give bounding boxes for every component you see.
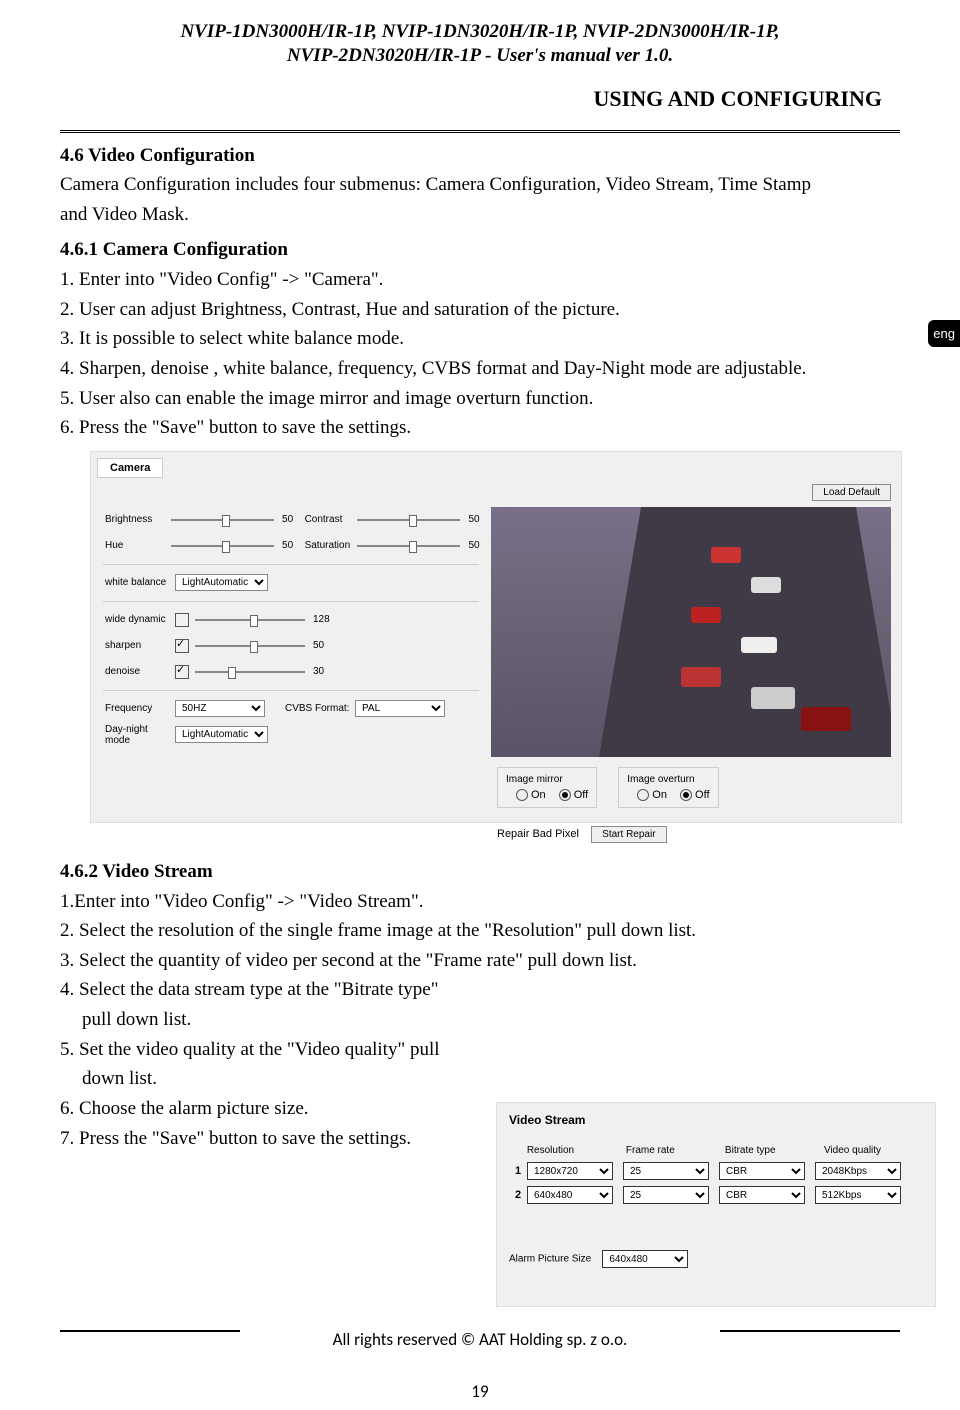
cvbs-label: CVBS Format: — [285, 703, 355, 714]
repair-bad-pixel-label: Repair Bad Pixel — [497, 828, 579, 840]
vs-step-1: 1.Enter into "Video Config" -> "Video St… — [60, 889, 900, 915]
heading-4-6-2: 4.6.2 Video Stream — [60, 859, 900, 885]
row1-framerate-select[interactable]: 25 — [623, 1162, 709, 1180]
step-4: 4. Sharpen, denoise , white balance, fre… — [60, 356, 900, 382]
camera-config-screenshot: Camera Brightness 50 Contrast 50 Hue 50 … — [90, 451, 902, 823]
frequency-label: Frequency — [105, 703, 175, 714]
wide-dynamic-checkbox[interactable] — [175, 613, 189, 627]
page-number: 19 — [0, 1381, 960, 1402]
heading-4-6: 4.6 Video Configuration — [60, 143, 900, 169]
mirror-off-radio[interactable] — [559, 789, 571, 801]
sharpen-slider[interactable] — [195, 645, 305, 647]
image-overturn-group: Image overturn On Off — [618, 767, 718, 808]
alarm-picture-size-label: Alarm Picture Size — [509, 1254, 591, 1265]
header-line1: NVIP-1DN3000H/IR-1P, NVIP-1DN3020H/IR-1P… — [60, 20, 900, 44]
frequency-select[interactable]: 50HZ — [175, 700, 265, 717]
vs-step-2: 2. Select the resolution of the single f… — [60, 918, 900, 944]
brightness-value: 50 — [282, 514, 305, 525]
col-video-quality: Video quality — [824, 1145, 923, 1156]
vs-step-7: 7. Press the "Save" button to save the s… — [60, 1126, 490, 1152]
day-night-label: Day-night mode — [105, 724, 175, 746]
contrast-slider[interactable] — [357, 519, 460, 521]
wide-dynamic-label: wide dynamic — [105, 614, 175, 625]
footer-copyright: All rights reserved © AAT Holding sp. z … — [0, 1329, 960, 1350]
mirror-on-radio[interactable] — [516, 789, 528, 801]
sharpen-label: sharpen — [105, 640, 175, 651]
hue-value: 50 — [282, 540, 305, 551]
row2-quality-select[interactable]: 512Kbps — [815, 1186, 901, 1204]
row2-framerate-select[interactable]: 25 — [623, 1186, 709, 1204]
row2-bitrate-select[interactable]: CBR — [719, 1186, 805, 1204]
denoise-slider[interactable] — [195, 671, 305, 673]
row2-resolution-select[interactable]: 640x480 — [527, 1186, 613, 1204]
step-2: 2. User can adjust Brightness, Contrast,… — [60, 297, 900, 323]
alarm-picture-size-select[interactable]: 640x480 — [602, 1250, 688, 1268]
camera-tab[interactable]: Camera — [97, 458, 163, 478]
hue-label: Hue — [105, 540, 171, 551]
row1-quality-select[interactable]: 2048Kbps — [815, 1162, 901, 1180]
overturn-off-radio[interactable] — [680, 789, 692, 801]
overturn-on-label: On — [652, 789, 667, 801]
white-balance-select[interactable]: LightAutomatic — [175, 574, 268, 591]
camera-preview — [491, 507, 891, 757]
header-line2: NVIP-2DN3020H/IR-1P - User's manual ver … — [60, 44, 900, 68]
col-frame-rate: Frame rate — [626, 1145, 725, 1156]
sharpen-value: 50 — [313, 640, 337, 651]
stream-row-1: 1 1280x720 25 CBR 2048Kbps — [509, 1162, 923, 1180]
vs-step-4b: pull down list. — [60, 1007, 490, 1033]
image-overturn-label: Image overturn — [627, 774, 709, 785]
start-repair-button[interactable]: Start Repair — [591, 826, 666, 843]
saturation-slider[interactable] — [357, 545, 460, 547]
vs-step-3: 3. Select the quantity of video per seco… — [60, 948, 900, 974]
brightness-slider[interactable] — [171, 519, 274, 521]
sharpen-checkbox[interactable] — [175, 639, 189, 653]
saturation-value: 50 — [468, 540, 491, 551]
vs-step-5b: down list. — [60, 1066, 490, 1092]
row1-bitrate-select[interactable]: CBR — [719, 1162, 805, 1180]
vs-step-5a: 5. Set the video quality at the "Video q… — [60, 1037, 490, 1063]
image-mirror-group: Image mirror On Off — [497, 767, 597, 808]
contrast-label: Contrast — [305, 514, 358, 525]
day-night-select[interactable]: LightAutomatic — [175, 726, 268, 743]
intro-line1: Camera Configuration includes four subme… — [60, 172, 900, 198]
denoise-value: 30 — [313, 666, 337, 677]
saturation-label: Saturation — [305, 540, 358, 551]
mirror-off-label: Off — [574, 789, 588, 801]
heading-4-6-1: 4.6.1 Camera Configuration — [60, 237, 900, 263]
step-3: 3. It is possible to select white balanc… — [60, 326, 900, 352]
vs-step-6: 6. Choose the alarm picture size. — [60, 1096, 490, 1122]
overturn-off-label: Off — [695, 789, 709, 801]
overturn-on-radio[interactable] — [637, 789, 649, 801]
wide-dynamic-slider[interactable] — [195, 619, 305, 621]
intro-line2: and Video Mask. — [60, 202, 900, 228]
load-default-button[interactable]: Load Default — [812, 484, 891, 501]
denoise-checkbox[interactable] — [175, 665, 189, 679]
step-6: 6. Press the "Save" button to save the s… — [60, 415, 900, 441]
section-heading: USING AND CONFIGURING — [60, 86, 882, 112]
header-rule — [60, 130, 900, 133]
hue-slider[interactable] — [171, 545, 274, 547]
wide-dynamic-value: 128 — [313, 614, 337, 625]
white-balance-label: white balance — [105, 577, 175, 588]
video-stream-title: Video Stream — [509, 1113, 923, 1127]
mirror-on-label: On — [531, 789, 546, 801]
step-1: 1. Enter into "Video Config" -> "Camera"… — [60, 267, 900, 293]
video-stream-screenshot: Video Stream Resolution Frame rate Bitra… — [496, 1102, 936, 1307]
vs-step-4a: 4. Select the data stream type at the "B… — [60, 977, 490, 1003]
row1-index: 1 — [509, 1165, 527, 1177]
row1-resolution-select[interactable]: 1280x720 — [527, 1162, 613, 1180]
contrast-value: 50 — [468, 514, 491, 525]
col-bitrate-type: Bitrate type — [725, 1145, 824, 1156]
col-resolution: Resolution — [527, 1145, 626, 1156]
denoise-label: denoise — [105, 666, 175, 677]
stream-row-2: 2 640x480 25 CBR 512Kbps — [509, 1186, 923, 1204]
language-tab: eng — [928, 320, 960, 347]
brightness-label: Brightness — [105, 514, 171, 525]
step-5: 5. User also can enable the image mirror… — [60, 386, 900, 412]
cvbs-select[interactable]: PAL — [355, 700, 445, 717]
image-mirror-label: Image mirror — [506, 774, 588, 785]
row2-index: 2 — [509, 1189, 527, 1201]
